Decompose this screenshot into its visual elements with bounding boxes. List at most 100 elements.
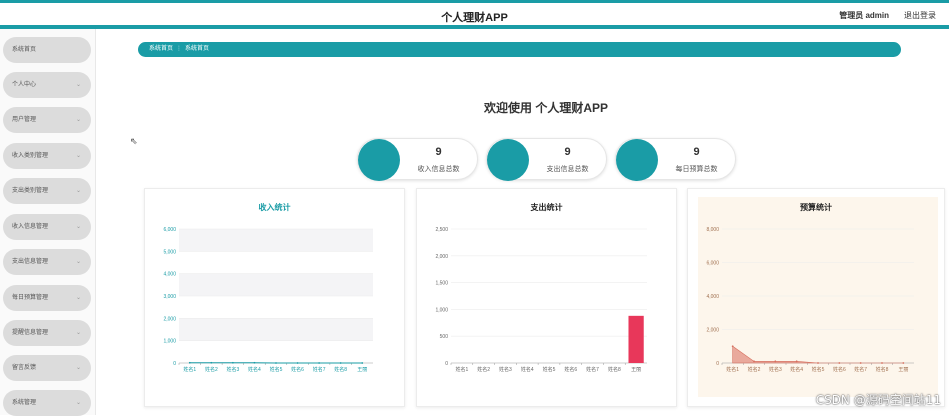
budget-chart: 02,0004,0006,0008,000姓名1姓名2姓名3姓名4姓名5姓名6姓…	[688, 189, 946, 408]
data-point	[210, 362, 212, 364]
chevron-down-icon: ⌄	[76, 390, 81, 416]
sidebar-item-profile[interactable]: 个人中心⌄	[3, 72, 91, 98]
x-tick-label: 姓名8	[608, 366, 621, 373]
sidebar-item-label: 收入信息管理	[12, 224, 48, 230]
y-tick-label: 6,000	[163, 227, 176, 233]
chart-title: 支出统计	[417, 202, 676, 213]
y-tick-label: 2,000	[706, 328, 719, 334]
x-tick-label: 姓名7	[854, 366, 867, 373]
sidebar-item-expense-category[interactable]: 支出类别管理⌄	[3, 178, 91, 204]
x-tick-label: 姓名1	[455, 366, 468, 373]
header-divider	[0, 25, 949, 29]
stat-card-budget: 9 每日预算总数	[615, 138, 736, 180]
y-tick-label: 2,000	[435, 254, 448, 260]
sidebar-item-label: 收入类别管理	[12, 153, 48, 159]
breadcrumb-current: 系统首页	[185, 46, 209, 52]
x-tick-label: 姓名5	[270, 366, 283, 373]
sidebar-item-daily-budget[interactable]: 每日预算管理⌄	[3, 285, 91, 311]
income-chart-card: 01,0002,0003,0004,0005,0006,000姓名1姓名2姓名3…	[144, 188, 405, 407]
sidebar-item-income-info[interactable]: 收入信息管理 ⌄	[3, 214, 91, 240]
expense-chart: 05001,0001,5002,0002,500姓名1姓名2姓名3姓名4姓名5姓…	[417, 189, 678, 408]
stat-card-income: 9 收入信息总数	[357, 138, 478, 180]
data-point	[361, 362, 363, 364]
x-tick-label: 姓名8	[876, 366, 889, 373]
data-point	[817, 362, 819, 364]
x-tick-label: 姓名1	[726, 366, 739, 373]
header: 个人理财APP 管理员 admin 退出登录	[0, 3, 949, 25]
y-tick-label: 1,000	[163, 339, 176, 345]
y-tick-label: 1,500	[435, 281, 448, 287]
x-tick-label: 姓名3	[769, 366, 782, 373]
chevron-down-icon: ⌄	[76, 249, 81, 275]
chart-title: 收入统计	[145, 202, 404, 213]
data-point	[318, 362, 320, 364]
y-tick-label: 0	[716, 361, 719, 367]
data-point	[860, 362, 862, 364]
sidebar-item-label: 个人中心	[12, 82, 36, 88]
y-tick-label: 4,000	[706, 294, 719, 300]
x-tick-label: 姓名4	[790, 366, 803, 373]
sidebar-item-label: 每日预算管理	[12, 295, 48, 301]
x-tick-label: 姓名2	[205, 366, 218, 373]
sidebar-item-income-category[interactable]: 收入类别管理⌄	[3, 143, 91, 169]
data-point	[902, 362, 904, 364]
stat-label: 每日预算总数	[658, 164, 735, 174]
sidebar-item-system[interactable]: 系统管理 ⌄	[3, 390, 91, 416]
sidebar-item-users[interactable]: 用户管理 ⌄	[3, 107, 91, 133]
sidebar-item-label: 系统管理	[12, 400, 36, 406]
x-tick-label: 姓名3	[499, 366, 512, 373]
data-point	[297, 362, 299, 364]
chevron-down-icon: ⌄	[76, 355, 81, 381]
y-tick-label: 0	[173, 361, 176, 367]
stat-card-expense: 9 支出信息总数	[486, 138, 607, 180]
x-tick-label: 姓名6	[564, 366, 577, 373]
sidebar-item-feedback[interactable]: 留言反馈 ⌄	[3, 355, 91, 381]
x-tick-label: 姓名4	[248, 366, 261, 373]
chevron-down-icon: ⌄	[76, 107, 81, 133]
data-point	[275, 362, 277, 364]
y-tick-label: 1,000	[435, 307, 448, 313]
stat-label: 收入信息总数	[400, 164, 477, 174]
sidebar-item-home[interactable]: 系统首页	[3, 37, 91, 63]
x-tick-label: 王丽	[631, 367, 641, 373]
stat-label: 支出信息总数	[529, 164, 606, 174]
grid-band	[179, 274, 373, 296]
sidebar-item-label: 系统首页	[12, 47, 36, 53]
grid-band	[179, 229, 373, 251]
sidebar-item-label: 提醒信息管理	[12, 330, 48, 336]
chevron-down-icon: ⌄	[76, 320, 81, 346]
x-tick-label: 姓名3	[226, 366, 239, 373]
stat-circle-icon	[487, 139, 529, 181]
x-tick-label: 姓名2	[477, 366, 490, 373]
x-tick-label: 姓名4	[521, 366, 534, 373]
sidebar-item-label: 留言反馈	[12, 365, 36, 371]
sidebar-item-label: 用户管理	[12, 117, 36, 123]
welcome-heading: 欢迎使用 个人理财APP	[96, 99, 949, 116]
y-tick-label: 500	[440, 334, 449, 340]
stat-value: 9	[529, 146, 606, 158]
y-tick-label: 3,000	[163, 294, 176, 300]
sidebar-item-expense-info[interactable]: 支出信息管理 ⌄	[3, 249, 91, 275]
x-tick-label: 姓名2	[748, 366, 761, 373]
x-tick-label: 姓名1	[183, 366, 196, 373]
data-point	[189, 362, 191, 364]
sidebar-item-label: 支出信息管理	[12, 259, 48, 265]
x-tick-label: 王丽	[357, 367, 367, 373]
data-point	[254, 362, 256, 364]
data-point	[838, 362, 840, 364]
chevron-down-icon: ⌄	[76, 214, 81, 240]
y-tick-label: 2,000	[163, 316, 176, 322]
budget-chart-card: 02,0004,0006,0008,000姓名1姓名2姓名3姓名4姓名5姓名6姓…	[687, 188, 945, 407]
expense-chart-card: 05001,0001,5002,0002,500姓名1姓名2姓名3姓名4姓名5姓…	[416, 188, 677, 407]
x-tick-label: 姓名7	[313, 366, 326, 373]
logout-link[interactable]: 退出登录	[904, 10, 936, 21]
chart-title: 预算统计	[688, 202, 944, 213]
sidebar-item-reminders[interactable]: 提醒信息管理 ⌄	[3, 320, 91, 346]
data-point	[796, 360, 798, 362]
data-point	[753, 360, 755, 362]
sidebar-item-label: 支出类别管理	[12, 188, 48, 194]
x-tick-label: 王丽	[898, 367, 908, 373]
breadcrumb-root[interactable]: 系统首页	[149, 46, 173, 52]
data-point	[340, 362, 342, 364]
stat-circle-icon	[616, 139, 658, 181]
